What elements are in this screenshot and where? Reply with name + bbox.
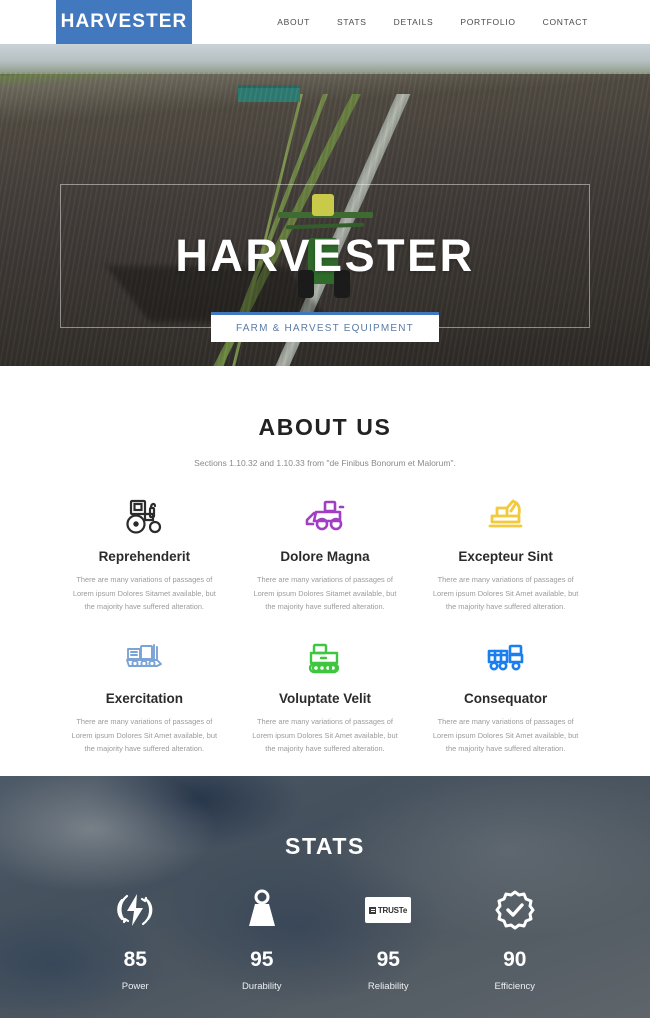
logo-text: HARVESTER [60,11,188,32]
tracked-loader-icon [245,636,406,682]
feature-card[interactable]: Consequator There are many variations of… [415,636,596,756]
feature-title: Exercitation [105,691,183,707]
stat-label: Reliability [367,981,409,992]
hero-title: HARVESTER [175,230,475,281]
stats-title: STATS [285,833,365,859]
about-section: ABOUT US Sections 1.10.32 and 1.10.33 fr… [0,366,650,776]
stat-item: 90 Efficiency [452,886,579,992]
feature-grid: Reprehenderit There are many variations … [0,494,650,778]
stat-label: Efficiency [494,981,535,992]
feature-description: There are many variations of passages of… [432,575,579,612]
about-subtitle: Sections 1.10.32 and 1.10.33 from "de Fi… [194,458,456,468]
site-header: HARVESTER ABOUT STATS DETAILS PORTFOLIO … [0,0,650,44]
feature-description: There are many variations of passages of… [253,575,397,612]
feature-description: There are many variations of passages of… [252,717,398,754]
bulldozer-icon [245,494,406,540]
feature-description: There are many variations of passages of… [432,717,579,754]
stats-row: 85 Power 95 Durability TRUSTe 95 Reliabi… [0,886,650,992]
feature-title: Excepteur Sint [458,549,553,564]
hero-horizon [0,44,650,74]
feature-title: Dolore Magna [280,549,370,564]
nav-link-about[interactable]: ABOUT [277,17,310,27]
stat-item: 95 Durability [199,886,326,992]
weight-icon [199,886,326,934]
stat-label: Power [121,981,149,992]
harvester-icon [425,636,586,682]
stat-value: 90 [503,948,527,971]
stat-label: Durability [241,981,282,992]
tractor-icon [64,494,225,540]
feature-card[interactable]: Voluptate Velit There are many variation… [235,636,416,756]
nav-link-details[interactable]: DETAILS [394,17,434,27]
truste-label: TRUSTe [377,905,408,915]
feature-title: Consequator [464,691,548,707]
stat-value: 95 [376,948,400,971]
feature-card[interactable]: Reprehenderit There are many variations … [54,494,235,614]
power-bolt-icon [72,886,199,934]
stat-value: 85 [123,948,147,971]
feature-description: There are many variations of passages of… [71,717,218,754]
hero-section: HARVESTER FARM & HARVEST EQUIPMENT [0,44,650,366]
gear-check-icon [452,886,579,934]
logo[interactable]: HARVESTER [56,0,192,44]
hero-cta-label: FARM & HARVEST EQUIPMENT [236,323,414,334]
main-nav: ABOUT STATS DETAILS PORTFOLIO CONTACT [277,0,588,44]
about-title: ABOUT US [258,414,392,440]
stats-section: STATS 85 Power 95 Durability TRUSTe 95 R… [0,776,650,1018]
feature-description: There are many variations of passages of… [72,575,216,612]
hero-cta-button[interactable]: FARM & HARVEST EQUIPMENT [211,312,439,342]
stat-item: TRUSTe 95 Reliability [325,886,452,992]
excavator-icon [425,494,586,540]
stat-item: 85 Power [72,886,199,992]
nav-link-stats[interactable]: STATS [337,17,367,27]
truste-badge-icon: TRUSTe [325,886,452,934]
crawler-tractor-icon [64,636,225,682]
feature-title: Reprehenderit [98,549,191,564]
truste-mark [369,906,377,914]
feature-card[interactable]: Excepteur Sint There are many variations… [415,494,596,614]
feature-card[interactable]: Exercitation There are many variations o… [54,636,235,756]
stat-value: 95 [250,948,274,971]
nav-link-portfolio[interactable]: PORTFOLIO [460,17,515,27]
feature-card[interactable]: Dolore Magna There are many variations o… [235,494,416,614]
feature-title: Voluptate Velit [278,691,371,707]
nav-link-contact[interactable]: CONTACT [543,17,588,27]
